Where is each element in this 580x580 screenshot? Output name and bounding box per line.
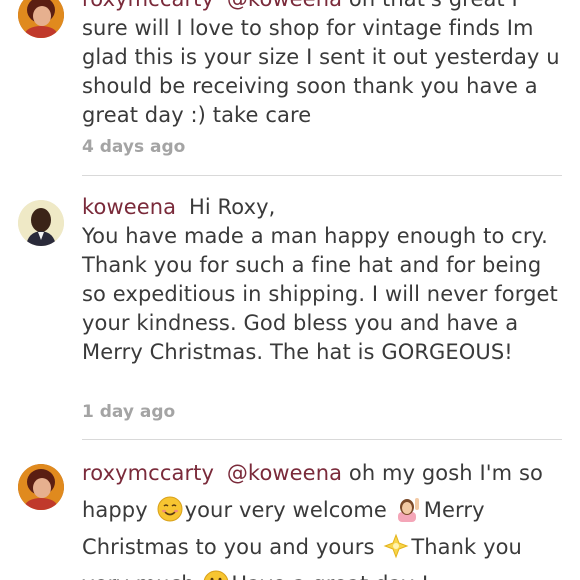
avatar-roxymccarty[interactable] xyxy=(18,0,64,38)
comment-divider xyxy=(82,175,562,176)
woman-raising-hand-emoji-icon xyxy=(396,496,422,522)
comment-username[interactable]: roxymccarty xyxy=(82,461,214,485)
glowing-star-emoji-icon xyxy=(383,533,409,559)
comment-text-part: Have a great day ! xyxy=(231,572,429,580)
comment-username[interactable]: roxymccarty xyxy=(82,0,214,11)
comment-timestamp: 1 day ago xyxy=(82,402,176,422)
comment-divider xyxy=(82,439,562,440)
comment-mention[interactable]: @koweena xyxy=(227,461,342,485)
avatar-image xyxy=(18,200,64,246)
comment-text: Hi Roxy, xyxy=(188,195,276,219)
avatar-roxymccarty[interactable] xyxy=(18,464,64,510)
comment-text-continued: You have made a man happy enough to cry.… xyxy=(82,224,558,364)
comment-mention[interactable]: @koweena xyxy=(227,0,342,11)
comment-timestamp: 4 days ago xyxy=(82,137,186,157)
avatar-koweena[interactable] xyxy=(18,200,64,246)
comment-username[interactable]: koweena xyxy=(82,195,176,219)
grinning-face-emoji-icon xyxy=(203,570,229,580)
comment-text: oh that's great I xyxy=(349,0,518,11)
comment-text-continued: sure will I love to shop for vintage fin… xyxy=(82,16,560,127)
avatar-image xyxy=(18,464,64,510)
comment-text-part: your very welcome xyxy=(184,498,387,522)
smiling-face-emoji-icon xyxy=(157,496,183,522)
comment-feed: roxymccarty @koweena oh that's great I s… xyxy=(0,0,580,580)
avatar-image xyxy=(18,0,64,38)
